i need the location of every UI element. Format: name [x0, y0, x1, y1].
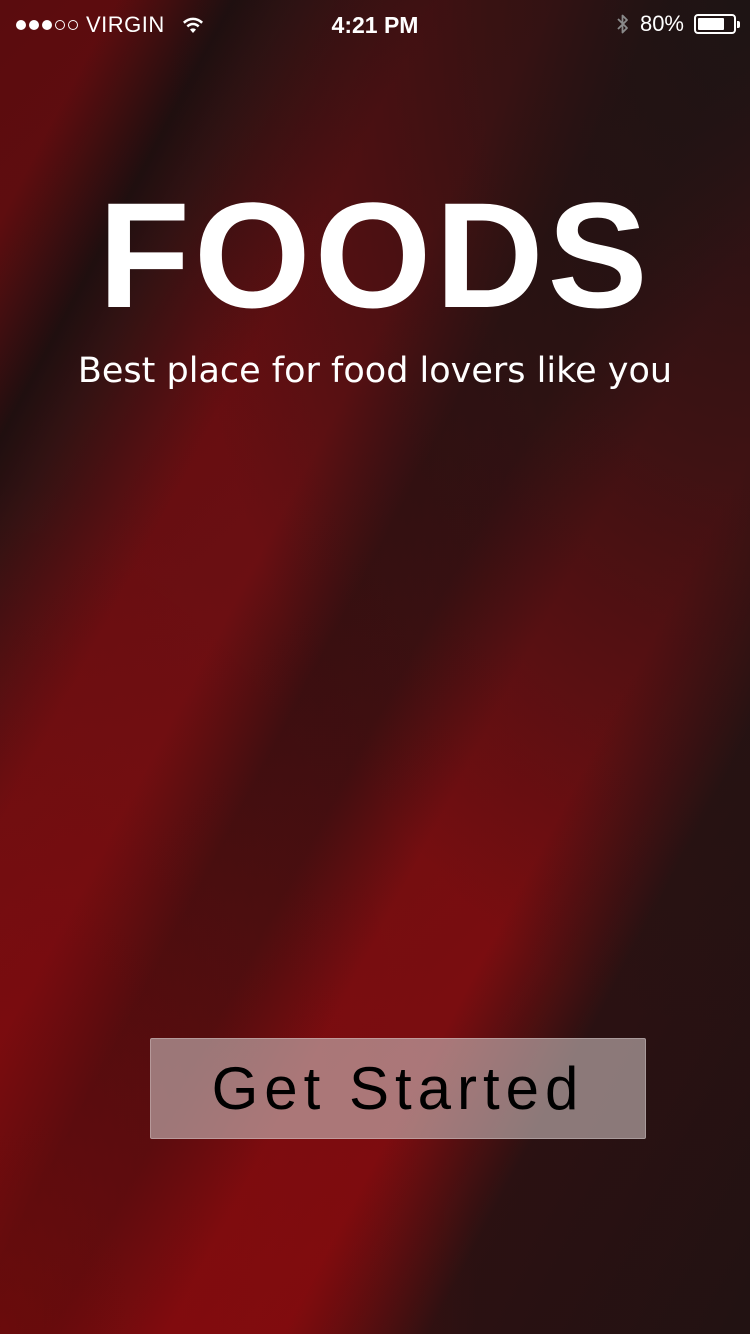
welcome-screen: VIRGIN 4:21 PM 80% FOODS Best place for …: [0, 0, 750, 1334]
battery-level: [698, 18, 725, 30]
battery-icon: [694, 14, 740, 34]
status-bar: VIRGIN 4:21 PM 80%: [0, 0, 750, 48]
battery-terminal: [737, 21, 740, 28]
bluetooth-icon: [616, 12, 630, 36]
battery-percentage: 80%: [639, 11, 684, 36]
app-title: FOODS: [98, 171, 652, 339]
get-started-button[interactable]: Get Started: [150, 1038, 646, 1139]
status-right: 80%: [616, 11, 740, 37]
app-tagline: Best place for food lovers like you: [77, 351, 673, 391]
